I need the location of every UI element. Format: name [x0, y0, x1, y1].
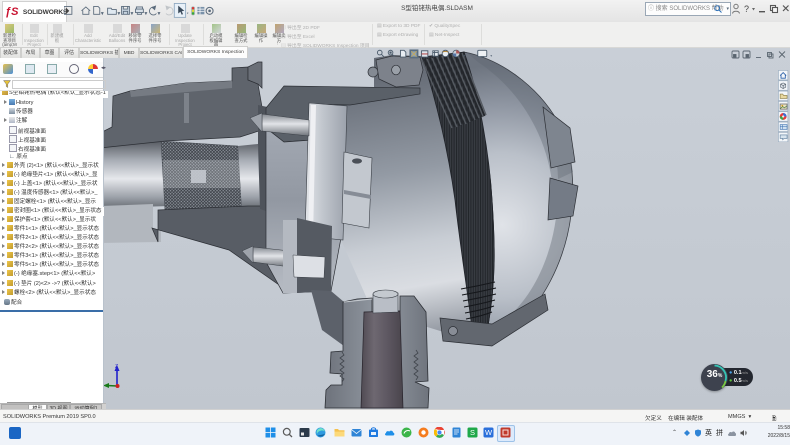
svg-text:W: W [485, 428, 493, 437]
svg-text:S: S [470, 428, 475, 437]
svg-text:?: ? [744, 4, 749, 14]
svg-text:Z: Z [115, 364, 118, 370]
